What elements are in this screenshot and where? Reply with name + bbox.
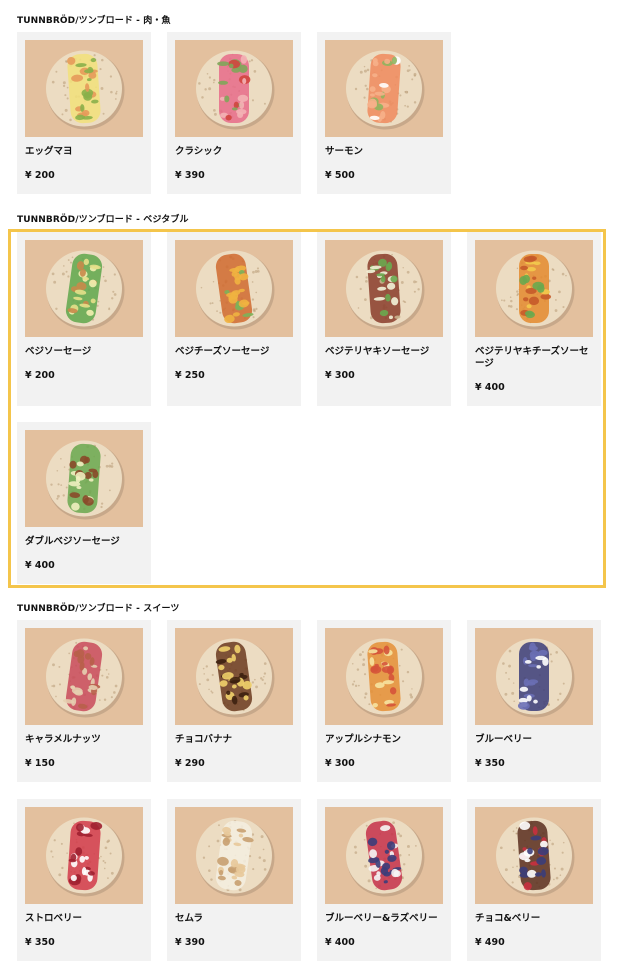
section-title: TUNNBRÖD/ツンブロード - スイーツ: [17, 604, 180, 614]
menu-item-price: ¥ 150: [25, 758, 55, 769]
menu-item-price: ¥ 400: [475, 382, 505, 393]
menu-item-card[interactable]: ベジソーセージ ¥ 200: [17, 232, 151, 406]
salmon-wrap-icon: [325, 40, 443, 137]
menu-item-card[interactable]: ブルーベリー&ラズベリー ¥ 400: [317, 799, 451, 961]
blueberry-raspberry-wrap-icon: [325, 807, 443, 904]
menu-item-price: ¥ 290: [175, 758, 205, 769]
menu-item-card[interactable]: ベジチーズソーセージ ¥ 250: [167, 232, 301, 406]
veg-cheese-sausage-wrap-icon: [175, 240, 293, 337]
menu-item-card[interactable]: セムラ ¥ 390: [167, 799, 301, 961]
menu-item-price: ¥ 350: [25, 937, 55, 948]
menu-item-price: ¥ 400: [25, 560, 55, 571]
menu-item-name: ブルーベリー&ラズベリー: [325, 913, 438, 924]
menu-item-card[interactable]: ストロベリー ¥ 350: [17, 799, 151, 961]
section-title: TUNNBRÖD/ツンブロード - ベジタブル: [17, 215, 189, 225]
menu-item-card[interactable]: キャラメルナッツ ¥ 150: [17, 620, 151, 782]
menu-item-card[interactable]: チョコ&ベリー ¥ 490: [467, 799, 601, 961]
menu-item-card[interactable]: チョコバナナ ¥ 290: [167, 620, 301, 782]
menu-item-name: クラシック: [175, 146, 223, 157]
apple-cinnamon-wrap-icon: [325, 628, 443, 725]
menu-item-price: ¥ 200: [25, 370, 55, 381]
menu-item-name: セムラ: [175, 913, 204, 924]
menu-item-price: ¥ 300: [325, 370, 355, 381]
menu-item-name: ダブルベジソーセージ: [25, 536, 120, 547]
menu-item-price: ¥ 350: [475, 758, 505, 769]
veg-sausage-wrap-icon: [25, 240, 143, 337]
menu-item-name: サーモン: [325, 146, 364, 157]
double-veg-sausage-wrap-icon: [25, 430, 143, 527]
menu-item-price: ¥ 250: [175, 370, 205, 381]
choco-berry-wrap-icon: [475, 807, 593, 904]
menu-item-card[interactable]: ベジテリヤキチーズソーセージ ¥ 400: [467, 232, 601, 406]
semla-wrap-icon: [175, 807, 293, 904]
veg-teriyaki-sausage-wrap-icon: [325, 240, 443, 337]
menu-item-card[interactable]: エッグマヨ ¥ 200: [17, 32, 151, 194]
menu-item-name: ベジソーセージ: [25, 346, 92, 357]
menu-item-name: キャラメルナッツ: [25, 734, 101, 745]
menu-item-card[interactable]: ダブルベジソーセージ ¥ 400: [17, 422, 151, 584]
menu-item-price: ¥ 400: [325, 937, 355, 948]
menu-item-card[interactable]: アップルシナモン ¥ 300: [317, 620, 451, 782]
menu-item-name: チョコバナナ: [175, 734, 233, 745]
classic-wrap-icon: [175, 40, 293, 137]
menu-item-name: ブルーベリー: [475, 734, 533, 745]
menu-item-card[interactable]: サーモン ¥ 500: [317, 32, 451, 194]
menu-item-name: チョコ&ベリー: [475, 913, 541, 924]
menu-item-price: ¥ 500: [325, 170, 355, 181]
menu-item-name: ベジテリヤキソーセージ: [325, 346, 430, 357]
strawberry-wrap-icon: [25, 807, 143, 904]
menu-item-name: ベジチーズソーセージ: [175, 346, 270, 357]
menu-item-name: アップルシナモン: [325, 734, 402, 745]
menu-item-price: ¥ 490: [475, 937, 505, 948]
caramel-nuts-wrap-icon: [25, 628, 143, 725]
menu-item-card[interactable]: クラシック ¥ 390: [167, 32, 301, 194]
blueberry-wrap-icon: [475, 628, 593, 725]
veg-teriyaki-cheese-sausage-wrap-icon: [475, 240, 593, 337]
menu-item-name: ストロベリー: [25, 913, 83, 924]
menu-item-price: ¥ 300: [325, 758, 355, 769]
menu-item-name: ベジテリヤキチーズソーセージ: [475, 346, 589, 369]
menu-item-card[interactable]: ベジテリヤキソーセージ ¥ 300: [317, 232, 451, 406]
menu-item-price: ¥ 390: [175, 937, 205, 948]
section-title: TUNNBRÖD/ツンブロード - 肉・魚: [17, 16, 171, 26]
menu-item-card[interactable]: ブルーベリー ¥ 350: [467, 620, 601, 782]
menu-item-price: ¥ 200: [25, 170, 55, 181]
choco-banana-wrap-icon: [175, 628, 293, 725]
egg-mayo-wrap-icon: [25, 40, 143, 137]
menu-item-price: ¥ 390: [175, 170, 205, 181]
menu-item-name: エッグマヨ: [25, 146, 73, 157]
